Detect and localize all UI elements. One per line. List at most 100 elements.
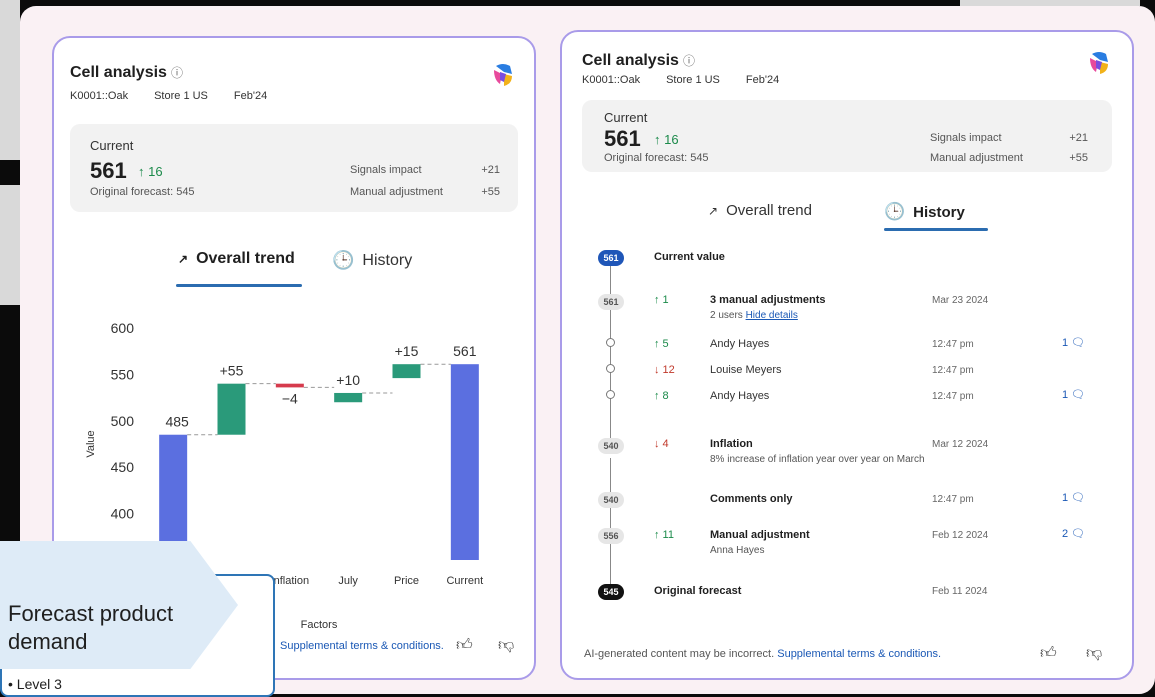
waterfall-bar bbox=[392, 364, 421, 379]
waterfall-bar bbox=[275, 383, 304, 388]
manual-adjustment-label: Manual adjustment bbox=[350, 186, 443, 198]
timeline-line bbox=[610, 310, 611, 442]
caption-level: • Level 3 bbox=[8, 676, 62, 692]
x-tick-label: July bbox=[338, 575, 358, 587]
history-user: Louise Meyers bbox=[710, 364, 782, 376]
card-title: Cell analysis ⓘ bbox=[70, 64, 183, 81]
comment-button[interactable]: 1 🗨︎ bbox=[1062, 336, 1085, 350]
data-label: 485 bbox=[165, 414, 189, 430]
card-title: Cell analysis ⓘ bbox=[582, 52, 695, 69]
history-event-title: Comments only bbox=[710, 493, 793, 505]
y-tick-label: 600 bbox=[111, 320, 135, 336]
hide-details-link[interactable]: Hide details bbox=[746, 310, 798, 321]
y-tick-label: 450 bbox=[111, 459, 135, 475]
history-event-title: Manual adjustment bbox=[710, 529, 810, 541]
comment-button[interactable]: 1 🗨︎ bbox=[1062, 388, 1086, 402]
history-event-subtitle: 8% increase of inflation year over year … bbox=[710, 454, 925, 465]
history-change: ↑ 1 bbox=[654, 294, 669, 306]
clock-icon: 🕒 bbox=[884, 202, 906, 221]
meta-item: Store 1 US bbox=[154, 90, 208, 102]
tab-overall-trend[interactable]: ↗ Overall trend bbox=[708, 202, 812, 219]
manual-adjustment-value: +55 bbox=[481, 186, 500, 198]
thumbs-up-icon[interactable]: 👍︎ bbox=[456, 636, 473, 655]
tab-history[interactable]: 🕒 History bbox=[884, 202, 965, 222]
data-label: −4 bbox=[282, 390, 298, 406]
timeline-line bbox=[610, 458, 611, 492]
value-pill: 540 bbox=[598, 438, 624, 454]
footer-text: AI-generated content may be incorrect. S… bbox=[584, 648, 942, 660]
comment-button[interactable]: 1 🗨︎ bbox=[1062, 491, 1086, 505]
thumbs-down-icon[interactable]: 👎︎ bbox=[498, 636, 514, 655]
history-date: Feb 12 2024 bbox=[932, 530, 989, 541]
value-pill: 556 bbox=[598, 528, 624, 544]
manual-adjustment-value: +55 bbox=[1069, 152, 1088, 164]
x-tick-label: Price bbox=[394, 575, 419, 587]
thumbs-up-icon[interactable]: 👍︎ bbox=[1040, 644, 1057, 663]
meta-item: Feb'24 bbox=[233, 90, 268, 102]
original-forecast: Original forecast: 545 bbox=[90, 186, 195, 198]
timeline-line bbox=[610, 544, 611, 584]
history-change: ↑ 5 bbox=[654, 338, 669, 350]
x-tick-label: Current bbox=[446, 575, 483, 587]
background-panel bbox=[0, 185, 20, 305]
history-date: 12:47 pm bbox=[932, 391, 974, 402]
summary-label: Current bbox=[604, 110, 648, 125]
timeline-line bbox=[610, 264, 611, 294]
y-tick-label: 400 bbox=[111, 506, 135, 522]
history-date: Feb 11 2024 bbox=[932, 586, 988, 597]
history-event-title: 3 manual adjustments bbox=[710, 294, 826, 306]
timeline-line bbox=[610, 508, 611, 528]
copilot-icon[interactable] bbox=[1086, 50, 1112, 76]
original-forecast: Original forecast: 545 bbox=[604, 152, 709, 164]
history-date: Mar 12 2024 bbox=[932, 439, 989, 450]
meta-item: K0001::Oak bbox=[582, 74, 641, 86]
history-change: ↑ 11 bbox=[654, 529, 674, 541]
signals-impact-value: +21 bbox=[1069, 132, 1088, 144]
waterfall-bar bbox=[217, 383, 246, 435]
tab-overall-trend[interactable]: ↗ Overall trend bbox=[178, 250, 295, 268]
comment-icon: 🗨︎ bbox=[1071, 492, 1086, 504]
footer-text: Supplemental terms & conditions. bbox=[280, 640, 444, 652]
signals-impact-label: Signals impact bbox=[350, 164, 422, 176]
history-event-subtitle: 2 users Hide details bbox=[710, 310, 798, 321]
copilot-icon[interactable] bbox=[490, 62, 516, 88]
summary-label: Current bbox=[90, 138, 134, 153]
y-tick-label: 550 bbox=[111, 366, 135, 382]
history-event-title: Original forecast bbox=[654, 585, 742, 597]
signals-impact-label: Signals impact bbox=[930, 132, 1002, 144]
timeline-dot bbox=[606, 364, 615, 373]
meta-item: K0001::Oak bbox=[70, 90, 129, 102]
x-axis-label: Factors bbox=[301, 619, 338, 628]
comment-icon: 🗨︎ bbox=[1071, 389, 1086, 401]
info-icon[interactable]: ⓘ bbox=[683, 54, 695, 68]
comment-icon: 🗨︎ bbox=[1071, 528, 1086, 540]
history-date: 12:47 pm bbox=[932, 365, 974, 376]
meta-item: Store 1 US bbox=[666, 74, 720, 86]
caption-title: Forecast product demand bbox=[8, 601, 174, 654]
data-label: 561 bbox=[453, 343, 477, 359]
history-change: ↓ 4 bbox=[654, 438, 669, 450]
info-icon[interactable]: ⓘ bbox=[171, 66, 183, 80]
data-label: +55 bbox=[220, 363, 244, 379]
current-value: 561 bbox=[90, 158, 127, 183]
history-date: Mar 23 2024 bbox=[932, 295, 989, 306]
comment-button[interactable]: 2 🗨︎ bbox=[1062, 527, 1086, 541]
history-date: 12:47 pm bbox=[932, 339, 974, 350]
trend-icon: ↗ bbox=[178, 252, 189, 266]
background-panel bbox=[0, 0, 20, 160]
y-tick-label: 500 bbox=[111, 413, 135, 429]
thumbs-down-icon[interactable]: 👎︎ bbox=[1086, 644, 1102, 663]
tab-history[interactable]: 🕒 History bbox=[332, 250, 412, 271]
value-pill: 561 bbox=[598, 294, 624, 310]
current-value: 561 bbox=[604, 126, 641, 151]
value-pill: 561 bbox=[598, 250, 624, 266]
supplemental-terms-link[interactable]: Supplemental terms & conditions. bbox=[777, 648, 941, 660]
clock-icon: 🕒 bbox=[332, 250, 355, 270]
history-change: ↓ 12 bbox=[654, 364, 675, 376]
value-pill: 540 bbox=[598, 492, 624, 508]
timeline-dot bbox=[606, 338, 615, 347]
waterfall-bar bbox=[450, 364, 479, 560]
cell-analysis-card-history: Cell analysis ⓘ K0001::Oak Store 1 US Feb'2… bbox=[560, 30, 1134, 680]
timeline-dot bbox=[606, 390, 615, 399]
supplemental-terms-link[interactable]: Supplemental terms & conditions. bbox=[280, 640, 444, 652]
